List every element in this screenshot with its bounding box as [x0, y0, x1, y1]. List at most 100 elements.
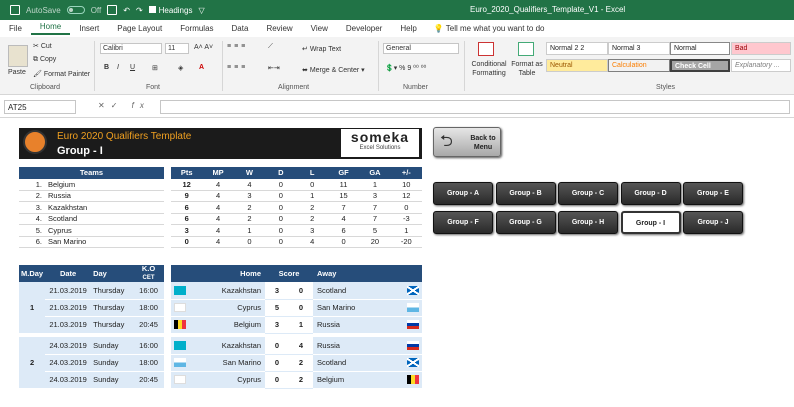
copy-button[interactable]: ⧉ Copy	[33, 56, 56, 64]
teams-header: Teams	[79, 168, 104, 178]
formula-controls[interactable]: ✕✓ fx	[98, 101, 150, 110]
currency-icon[interactable]: 💲▾ % 9 ⁰⁰ ⁰⁰	[385, 64, 426, 72]
format-painter-button[interactable]: 🖌 Format Painter	[33, 70, 90, 78]
floppy-icon[interactable]	[107, 5, 118, 15]
stat-cell: 12	[390, 190, 422, 202]
back-arrow-icon: ⮌	[440, 133, 453, 150]
redo-icon[interactable]: ↷	[136, 6, 143, 15]
undo-icon[interactable]: ↶	[123, 6, 130, 15]
away-cell: Belgium	[313, 371, 403, 389]
headings-toggle[interactable]: Headings	[148, 5, 192, 15]
group-button[interactable]: Group - J	[683, 211, 743, 234]
home-cell: San Marino	[189, 354, 265, 372]
stat-cell: 6	[327, 224, 360, 237]
align-left-icon[interactable]: ≡≡≡	[227, 64, 248, 71]
borders-icon[interactable]: ⊞	[152, 64, 158, 72]
matches-right-table: Home Score Away Kazakhstan 3 0 Scotland Cypr…	[171, 265, 422, 389]
style-normal[interactable]: Normal	[670, 42, 730, 55]
font-size-select[interactable]: 11	[165, 43, 189, 54]
back-to-menu-button[interactable]: ⮌ Back to Menu	[433, 127, 501, 157]
paste-button[interactable]: Paste	[8, 69, 26, 76]
stat-cell: 6	[171, 213, 203, 225]
date-cell: 24.03.2019	[45, 354, 92, 372]
tab-data[interactable]: Data	[223, 24, 258, 33]
align-top-icon[interactable]: ≡≡≡	[227, 43, 248, 50]
fill-color-icon[interactable]: ◈	[178, 64, 183, 72]
conditional-formatting-button[interactable]: Conditional Formatting	[469, 60, 509, 78]
group-button[interactable]: Group - H	[558, 211, 618, 234]
fx-icon[interactable]: fx	[132, 101, 150, 110]
tab-formulas[interactable]: Formulas	[171, 24, 222, 33]
cut-button[interactable]: ✂ Cut	[33, 42, 52, 50]
wrap-icon: ↵	[302, 46, 310, 53]
name-box[interactable]: AT25	[4, 100, 76, 114]
scissors-icon: ✂	[33, 43, 41, 50]
group-button[interactable]: Group - I	[620, 211, 681, 234]
format-as-table-button[interactable]: Format as Table	[510, 60, 544, 78]
tab-developer[interactable]: Developer	[337, 24, 391, 33]
stat-cell: 0	[265, 178, 297, 191]
mday-header: M.Day	[21, 269, 44, 278]
paste-icon[interactable]	[8, 45, 28, 67]
headings-checkbox[interactable]	[148, 5, 156, 13]
style-explanatory[interactable]: Explanatory ...	[731, 59, 791, 72]
tab-home[interactable]: Home	[30, 22, 71, 35]
group-button[interactable]: Group - C	[558, 182, 618, 205]
style-normal-2-2[interactable]: Normal 2 2	[546, 42, 608, 55]
ko-cell: 16:00	[133, 337, 164, 355]
stat-cell: 1	[390, 224, 422, 237]
stat-cell: 0	[327, 236, 360, 248]
font-name-select[interactable]: Calibri	[100, 43, 162, 54]
tab-insert[interactable]: Insert	[70, 24, 108, 33]
away-score: 0	[289, 299, 313, 317]
tab-file[interactable]: File	[0, 24, 31, 33]
group-button[interactable]: Group - F	[433, 211, 493, 234]
save-icon[interactable]	[10, 5, 20, 15]
stat-cell: 0	[296, 178, 328, 191]
teams-table: Teams 1. Belgium 2. Russia 3. Kazakhstan 4. Sco…	[19, 167, 164, 248]
group-button[interactable]: Group - B	[495, 182, 556, 205]
table-row: 5. Cyprus	[19, 224, 164, 237]
table-row: Cyprus 0 2 Belgium	[171, 371, 422, 389]
font-group-label: Font	[146, 84, 161, 91]
rank-cell: 5.	[19, 224, 45, 237]
merge-center-button[interactable]: ⬌ Merge & Center ▾	[302, 66, 365, 74]
flag-icon	[406, 341, 419, 350]
style-bad[interactable]: Bad	[731, 42, 791, 55]
filter-icon[interactable]: ▽	[198, 6, 204, 15]
flag-icon	[174, 286, 186, 295]
autosave-toggle[interactable]	[66, 6, 85, 14]
group-button[interactable]: Group - A	[433, 182, 493, 205]
italic-icon[interactable]: I	[117, 64, 119, 71]
tab-page-layout[interactable]: Page Layout	[108, 24, 171, 33]
group-button[interactable]: Group - D	[620, 182, 681, 205]
tab-help[interactable]: Help	[391, 24, 425, 33]
underline-icon[interactable]: U	[130, 64, 135, 71]
indent-icon[interactable]: ⇤⇥	[268, 64, 280, 72]
merge-icon: ⬌	[302, 67, 310, 74]
font-color-icon[interactable]: A	[199, 64, 204, 71]
group-button[interactable]: Group - E	[683, 182, 743, 205]
table-row: 1. Belgium	[19, 178, 164, 191]
wrap-text-button[interactable]: ↵ Wrap Text	[302, 45, 341, 53]
tab-review[interactable]: Review	[257, 24, 301, 33]
stat-cell: 20	[359, 236, 391, 248]
orientation-icon[interactable]: ⟋	[268, 43, 273, 51]
stat-cell: 2	[296, 213, 328, 225]
stat-cell: 1	[359, 178, 391, 191]
rank-cell: 6.	[19, 236, 45, 248]
table-row: 34103651	[171, 224, 422, 237]
away-cell: Russia	[313, 337, 403, 355]
style-normal-3[interactable]: Normal 3	[608, 42, 670, 55]
style-neutral[interactable]: Neutral	[546, 59, 608, 72]
style-check-cell[interactable]: Check Cell	[670, 59, 730, 72]
grow-font-icon[interactable]: A˄ A˅	[194, 44, 213, 51]
style-calculation[interactable]: Calculation	[608, 59, 670, 72]
tell-me-input[interactable]: Tell me what you want to do	[446, 24, 554, 33]
number-format-select[interactable]: General	[383, 43, 459, 54]
group-button[interactable]: Group - G	[495, 211, 556, 234]
formula-input[interactable]	[160, 100, 790, 114]
brush-icon: 🖌	[33, 71, 44, 78]
bold-icon[interactable]: B	[104, 64, 109, 71]
tab-view[interactable]: View	[302, 24, 337, 33]
